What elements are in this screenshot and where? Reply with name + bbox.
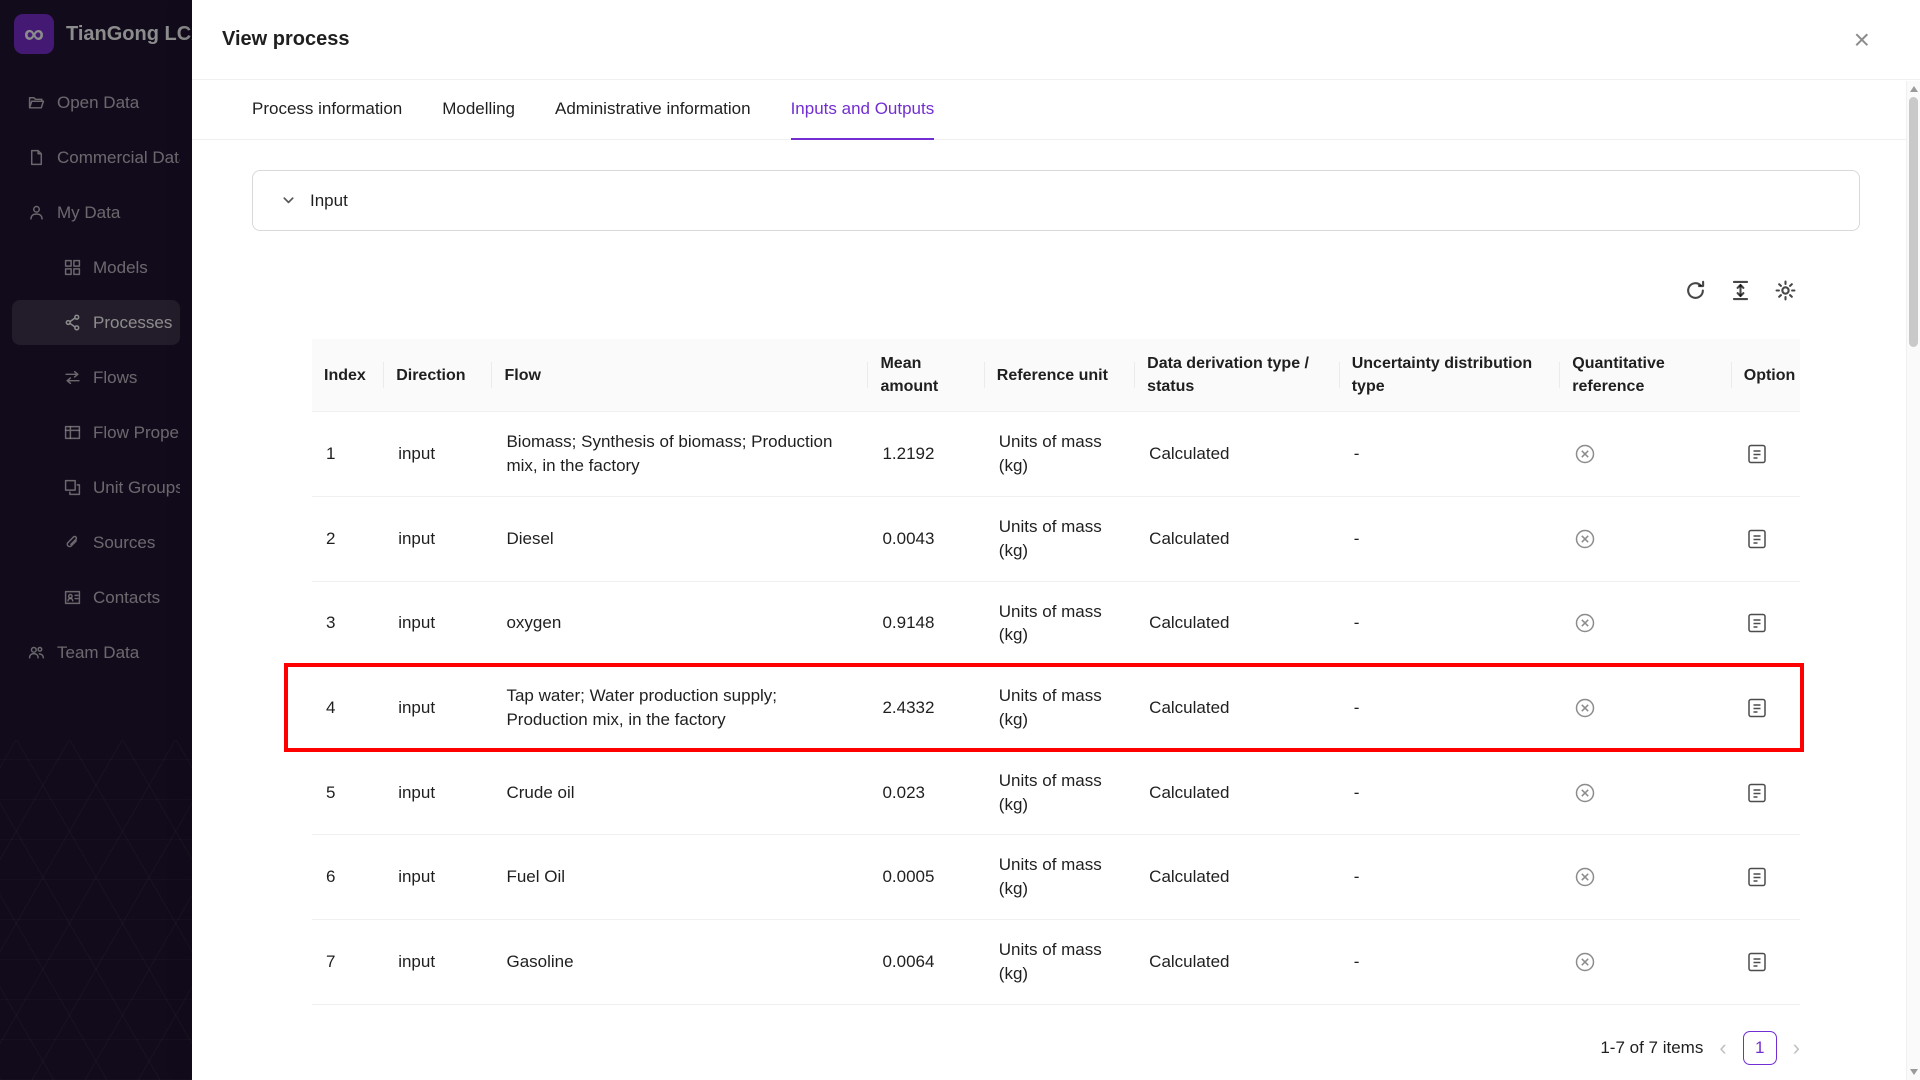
row-option-icon[interactable] (1746, 782, 1768, 804)
tab-administrative-information[interactable]: Administrative information (555, 80, 751, 140)
input-section-label: Input (310, 191, 348, 211)
tab-process-information[interactable]: Process information (252, 80, 402, 140)
col-direction: Direction (384, 339, 492, 412)
close-circle-icon (1574, 528, 1596, 550)
close-icon[interactable]: × (1854, 26, 1870, 54)
table-row: 5 input Crude oil 0.023 Units of mass (k… (312, 750, 1800, 835)
table-header-row: Index Direction Flow Mean amount Referen… (312, 339, 1800, 412)
close-circle-icon (1574, 782, 1596, 804)
close-circle-icon (1574, 612, 1596, 634)
scrollbar-thumb[interactable] (1909, 97, 1918, 347)
chevron-down-icon (281, 193, 296, 208)
tab-modelling[interactable]: Modelling (442, 80, 515, 140)
table-row: 1 input Biomass; Synthesis of biomass; P… (312, 412, 1800, 497)
col-flow: Flow (492, 339, 868, 412)
scroll-down-icon[interactable] (1910, 1069, 1918, 1075)
table-row: 2 input Diesel 0.0043 Units of mass (kg)… (312, 496, 1800, 581)
pagination: 1-7 of 7 items ‹ 1 › (312, 1031, 1800, 1065)
inputs-table: Index Direction Flow Mean amount Referen… (312, 339, 1800, 1005)
col-index: Index (312, 339, 384, 412)
close-circle-icon (1574, 697, 1596, 719)
col-quantitative-reference: Quantitative reference (1560, 339, 1731, 412)
close-circle-icon (1574, 443, 1596, 465)
reload-icon[interactable] (1685, 280, 1706, 301)
pagination-prev-icon[interactable]: ‹ (1719, 1037, 1726, 1059)
col-reference-unit: Reference unit (985, 339, 1135, 412)
drawer-content: Input Index (192, 170, 1920, 1065)
scroll-up-icon[interactable] (1910, 86, 1918, 92)
table-row: 7 input Gasoline 0.0064 Units of mass (k… (312, 919, 1800, 1004)
col-data-derivation: Data derivation type / status (1135, 339, 1340, 412)
scrollbar (1906, 81, 1920, 1080)
pagination-total: 1-7 of 7 items (1600, 1038, 1703, 1058)
settings-gear-icon[interactable] (1775, 280, 1796, 301)
row-option-icon[interactable] (1746, 528, 1768, 550)
row-option-icon[interactable] (1746, 443, 1768, 465)
pagination-next-icon[interactable]: › (1793, 1037, 1800, 1059)
column-height-icon[interactable] (1730, 280, 1751, 301)
close-circle-icon (1574, 951, 1596, 973)
table-row: 3 input oxygen 0.9148 Units of mass (kg)… (312, 581, 1800, 666)
input-collapse-header[interactable]: Input (252, 170, 1860, 231)
close-circle-icon (1574, 866, 1596, 888)
col-option: Option (1732, 339, 1800, 412)
view-process-drawer: View process × Process information Model… (192, 0, 1920, 1080)
tab-inputs-and-outputs[interactable]: Inputs and Outputs (791, 80, 935, 140)
pagination-page-1[interactable]: 1 (1743, 1031, 1777, 1065)
drawer-title: View process (222, 28, 349, 51)
table-row: 6 input Fuel Oil 0.0005 Units of mass (k… (312, 835, 1800, 920)
tab-bar: Process information Modelling Administra… (192, 80, 1920, 140)
row-option-icon[interactable] (1746, 697, 1768, 719)
col-uncertainty: Uncertainty distribution type (1340, 339, 1561, 412)
drawer-header: View process × (192, 0, 1920, 80)
table-area: Index Direction Flow Mean amount Referen… (312, 279, 1800, 1065)
col-mean-amount: Mean amount (868, 339, 984, 412)
row-option-icon[interactable] (1746, 612, 1768, 634)
table-toolbar (312, 279, 1796, 301)
table-row-highlighted: 4 input Tap water; Water production supp… (312, 666, 1800, 751)
row-option-icon[interactable] (1746, 951, 1768, 973)
row-option-icon[interactable] (1746, 866, 1768, 888)
